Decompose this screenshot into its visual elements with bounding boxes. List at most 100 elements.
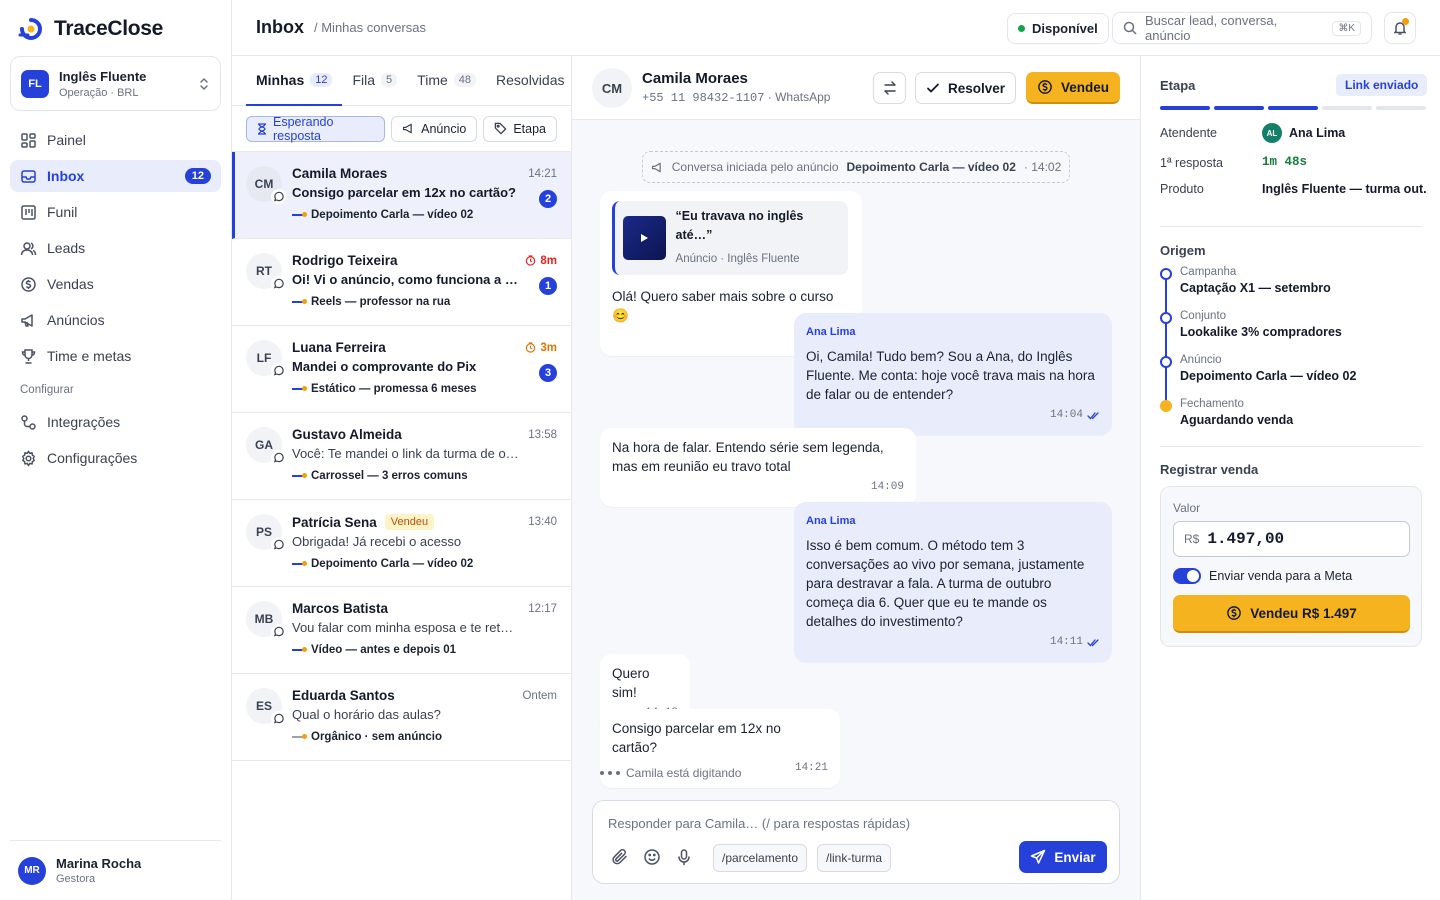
notifications-button[interactable] bbox=[1384, 12, 1416, 44]
paperclip-icon[interactable] bbox=[611, 848, 629, 866]
list-tabs: Minhas 12 Fila 5 Time 48 Resolvidas bbox=[232, 56, 571, 106]
ad-source-icon bbox=[292, 386, 307, 391]
contact-name: Camila Moraes bbox=[292, 166, 388, 181]
conversation-item-gustavo[interactable]: GA Gustavo Almeida 13:58 Você: Te mandei … bbox=[232, 413, 571, 500]
last-message: Obrigada! Já recebi o acesso bbox=[292, 534, 462, 549]
register-sale-button[interactable]: Vendeu R$ 1.497 bbox=[1173, 595, 1410, 633]
traceclose-logo-icon bbox=[18, 16, 46, 42]
users-icon bbox=[20, 240, 37, 257]
ad-preview-card[interactable]: “Eu travava no inglês até…” Anúncio · In… bbox=[612, 201, 848, 275]
chat-panel: CM Camila Moraes +55 11 98432-1107 · Wha… bbox=[572, 56, 1140, 900]
divider bbox=[1160, 226, 1422, 227]
register-sale-form: Valor R$ 1.497,00 Enviar venda para a Me… bbox=[1160, 486, 1422, 647]
send-button[interactable]: Enviar bbox=[1019, 841, 1107, 873]
send-to-meta-label: Enviar venda para a Meta bbox=[1209, 569, 1353, 583]
filter-anuncio[interactable]: Anúncio bbox=[391, 115, 478, 142]
conversation-item-luana[interactable]: LF Luana Ferreira 3m Mandei o comprovante… bbox=[232, 326, 571, 413]
tab-label: Resolvidas bbox=[496, 72, 565, 88]
stage-step bbox=[1322, 106, 1372, 110]
conversation-item-patricia[interactable]: PS Patrícia Sena Vendeu 13:40 Obrigada! Já… bbox=[232, 500, 571, 587]
workspace-avatar: FL bbox=[21, 69, 49, 98]
nav-item-vendas[interactable]: Vendas bbox=[10, 268, 221, 300]
whatsapp-icon bbox=[271, 711, 286, 726]
attendant-name: Ana Lima bbox=[1289, 126, 1346, 140]
dollar-circle-icon bbox=[1226, 605, 1242, 621]
microphone-icon[interactable] bbox=[675, 848, 693, 866]
avatar: ES bbox=[246, 688, 286, 726]
nav-item-anuncios[interactable]: Anúncios bbox=[10, 304, 221, 336]
register-sale-label: Registrar venda bbox=[1160, 462, 1259, 477]
message-meta: 14:04 bbox=[806, 406, 1100, 425]
availability-status-button[interactable]: Disponível bbox=[1007, 13, 1109, 44]
chat-header: CM Camila Moraes +55 11 98432-1107 · Wha… bbox=[572, 56, 1140, 120]
gear-icon bbox=[20, 449, 37, 467]
app-root: TraceClose FL Inglês Fluente Operação · … bbox=[0, 0, 1440, 900]
resolve-button[interactable]: Resolver bbox=[915, 72, 1016, 104]
mark-sold-button[interactable]: Vendeu bbox=[1026, 72, 1120, 104]
quick-reply-parcelamento[interactable]: /parcelamento bbox=[713, 844, 808, 872]
typing-label: Camila está digitando bbox=[626, 766, 742, 780]
ad-title: “Eu travava no inglês até…” bbox=[675, 209, 804, 242]
search-input[interactable]: Buscar lead, conversa, anúncio ⌘K bbox=[1112, 12, 1372, 44]
conversation-item-marcos[interactable]: MB Marcos Batista 12:17 Vou falar com min… bbox=[232, 587, 571, 674]
origin-note-time: · 14:02 bbox=[1023, 160, 1062, 174]
timeline-value: Captação X1 — setembro bbox=[1180, 281, 1331, 295]
current-user[interactable]: MR Marina Rocha Gestora bbox=[10, 840, 221, 900]
clock-icon bbox=[525, 255, 536, 266]
conversation-origin-note: Conversa iniciada pelo anúncio Depoiment… bbox=[642, 151, 1070, 183]
ad-source-label: Depoimento Carla — vídeo 02 bbox=[311, 558, 474, 570]
quick-reply-link-turma[interactable]: /link-turma bbox=[817, 844, 892, 872]
filter-etapa[interactable]: Etapa bbox=[483, 115, 557, 142]
emoji-icon[interactable] bbox=[643, 848, 661, 866]
nav-item-label: Painel bbox=[47, 132, 86, 148]
filter-esperando-resposta[interactable]: Esperando resposta bbox=[246, 115, 386, 143]
last-message: Mandei o comprovante do Pix bbox=[292, 359, 477, 374]
avatar-initials: GA bbox=[255, 438, 273, 452]
check-icon bbox=[926, 81, 940, 95]
stage-progress bbox=[1160, 106, 1426, 110]
nav-item-configuracoes[interactable]: Configurações bbox=[10, 442, 221, 474]
last-message: Qual o horário das aulas? bbox=[292, 707, 441, 722]
tab-minhas[interactable]: Minhas 12 bbox=[246, 55, 343, 106]
unread-badge: 2 bbox=[539, 190, 557, 208]
conversation-item-camila[interactable]: CM Camila Moraes 14:21 Consigo parcelar e… bbox=[232, 152, 571, 239]
nav-item-integracoes[interactable]: Integrações bbox=[10, 406, 221, 438]
tab-label: Time bbox=[417, 72, 448, 88]
nav-item-time-e-metas[interactable]: Time e metas bbox=[10, 340, 221, 372]
stage-badge[interactable]: Link enviado bbox=[1336, 74, 1428, 96]
contact-name: Eduarda Santos bbox=[292, 688, 395, 703]
message-text: Na hora de falar. Entendo série sem lege… bbox=[612, 440, 884, 474]
avatar-initials: ES bbox=[255, 699, 272, 713]
conversation-item-rodrigo[interactable]: RT Rodrigo Teixeira 8m Oi! Vi o anúncio, … bbox=[232, 239, 571, 326]
phone-number: +55 11 98432-1107 bbox=[642, 91, 765, 105]
field-value-first-response: 1m 48s bbox=[1262, 155, 1308, 169]
tab-time[interactable]: Time 48 bbox=[407, 55, 486, 105]
nav-item-funil[interactable]: Funil bbox=[10, 196, 221, 228]
send-to-meta-toggle[interactable] bbox=[1173, 568, 1201, 584]
brand-logo[interactable]: TraceClose bbox=[18, 16, 163, 42]
whatsapp-icon bbox=[271, 189, 286, 204]
avatar: CM bbox=[246, 166, 286, 204]
currency-label: R$ bbox=[1184, 532, 1200, 546]
ad-source: Carrossel — 3 erros comuns bbox=[292, 470, 557, 482]
nav-item-leads[interactable]: Leads bbox=[10, 232, 221, 264]
sale-amount-input[interactable]: R$ 1.497,00 bbox=[1173, 521, 1410, 557]
workspace-switcher[interactable]: FL Inglês Fluente Operação · BRL bbox=[10, 56, 221, 111]
divider bbox=[1160, 446, 1422, 447]
ad-source: Estático — promessa 6 meses bbox=[292, 383, 557, 395]
last-message: Você: Te mandei o link da turma de outub… bbox=[292, 446, 520, 461]
filter-bar: Esperando resposta Anúncio Etapa bbox=[232, 106, 571, 152]
play-icon bbox=[639, 233, 649, 243]
avatar: PS bbox=[246, 514, 286, 552]
user-name: Marina Rocha bbox=[56, 856, 142, 871]
nav-item-inbox[interactable]: Inbox 12 bbox=[10, 160, 221, 192]
field-label: Atendente bbox=[1160, 126, 1217, 140]
message-composer[interactable]: Responder para Camila… (/ para respostas… bbox=[592, 800, 1120, 884]
conversation-item-eduarda[interactable]: ES Eduarda Santos Ontem Qual o horário da… bbox=[232, 674, 571, 761]
tab-fila[interactable]: Fila 5 bbox=[342, 55, 407, 105]
avatar-initials: PS bbox=[255, 525, 272, 539]
nav-item-painel[interactable]: Painel bbox=[10, 124, 221, 156]
tab-resolvidas[interactable]: Resolvidas bbox=[486, 55, 574, 105]
whatsapp-icon bbox=[271, 363, 286, 378]
transfer-button[interactable] bbox=[873, 72, 906, 104]
